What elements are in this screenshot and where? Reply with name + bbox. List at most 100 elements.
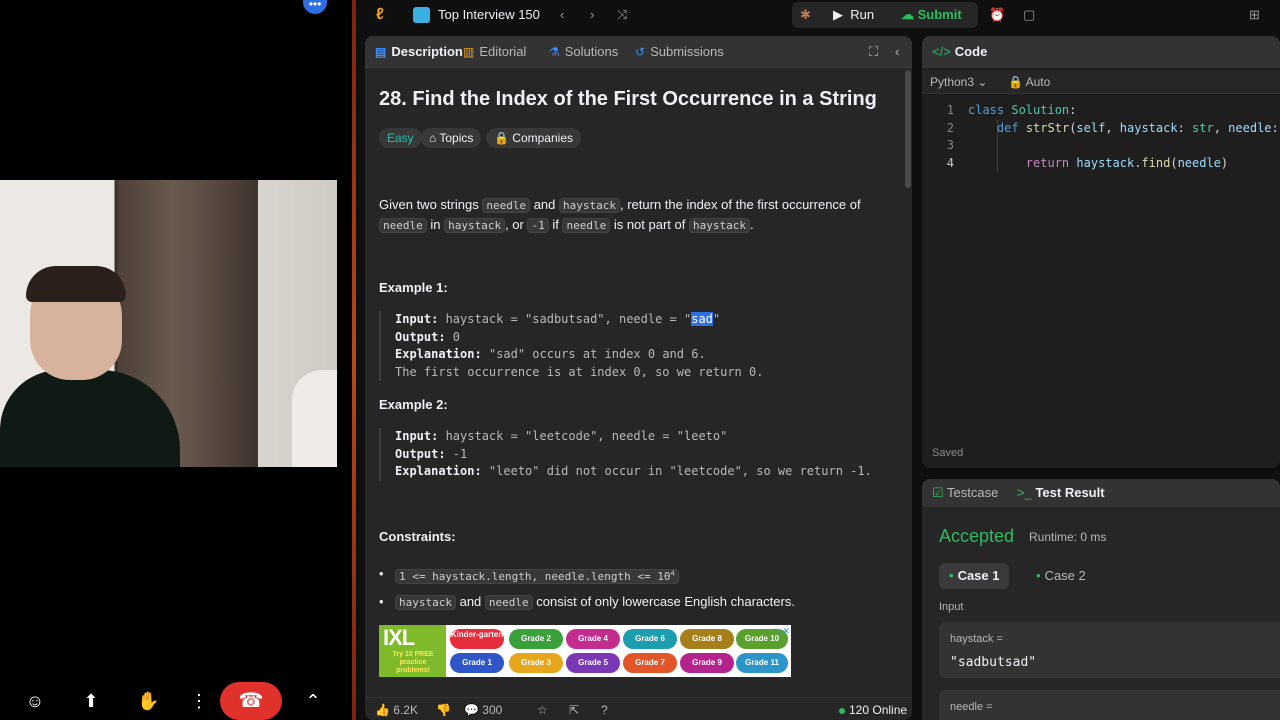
code-line: return haystack.find(needle) bbox=[1025, 155, 1229, 170]
ad-grade-button[interactable]: Grade 9 bbox=[680, 653, 734, 673]
ad-grade-button[interactable]: Grade 2 bbox=[509, 629, 563, 649]
example-text: 0 bbox=[445, 329, 461, 344]
case-1-tab[interactable]: • Case 1 bbox=[939, 563, 1010, 589]
share-icon[interactable]: ⇱ bbox=[569, 701, 579, 719]
debug-icon[interactable]: ✱ bbox=[800, 6, 811, 24]
ad-grade-button[interactable]: Grade 5 bbox=[566, 653, 620, 673]
example-2-heading: Example 2: bbox=[379, 397, 448, 412]
play-icon: ▶ bbox=[833, 7, 843, 22]
maximize-icon[interactable]: ⛶ bbox=[869, 44, 878, 60]
emoji-icon[interactable]: ☺ bbox=[24, 690, 46, 712]
tab-submissions[interactable]: ↺ Submissions bbox=[635, 44, 724, 60]
problem-content: 28. Find the Index of the First Occurren… bbox=[379, 68, 889, 688]
desc-text: and bbox=[530, 197, 559, 212]
ad-grade-button[interactable]: Grade 6 bbox=[623, 629, 677, 649]
ad-grade-button[interactable]: Grade 11 bbox=[736, 653, 788, 673]
explanation-label: Explanation: bbox=[395, 347, 482, 362]
description-panel: ▤ Description ▥ Editorial ⚗ Solutions ↺ Subm… bbox=[365, 36, 912, 720]
raise-hand-icon[interactable]: ✋ bbox=[137, 690, 159, 712]
param-box: needle = bbox=[939, 690, 1280, 720]
thumbs-down-icon[interactable]: 👎 bbox=[436, 701, 451, 719]
language-select[interactable]: Python3 ⌄ bbox=[930, 74, 987, 90]
solutions-icon: ⚗ bbox=[549, 45, 560, 59]
ad-close-icon[interactable]: ▷✕ bbox=[776, 626, 790, 637]
like-button[interactable]: 👍 6.2K bbox=[375, 701, 418, 719]
ad-grade-button[interactable]: Grade 3 bbox=[509, 653, 563, 673]
ixl-logo-text: IXL bbox=[383, 625, 415, 650]
tab-editorial[interactable]: ▥ Editorial bbox=[463, 44, 526, 60]
line-number: 2 bbox=[946, 120, 954, 135]
call-controls bbox=[0, 680, 352, 720]
test-result-panel: ☑ Testcase >_ Test Result Accepted Runti… bbox=[922, 479, 1280, 720]
alarm-icon[interactable]: ⏰ bbox=[989, 6, 1005, 24]
run-button[interactable]: ▶ Run bbox=[833, 6, 874, 24]
collapse-panel-icon[interactable]: ‹ bbox=[895, 44, 899, 60]
code-icon: </> bbox=[932, 44, 951, 59]
output-label: Output: bbox=[395, 446, 446, 461]
editorial-icon: ▥ bbox=[463, 45, 475, 59]
chevron-up-icon[interactable]: ⌃ bbox=[302, 690, 324, 712]
desc-text: in bbox=[426, 217, 445, 232]
tab-solutions-label: Solutions bbox=[564, 44, 619, 59]
topics-label: Topics bbox=[439, 131, 474, 145]
line-number: 3 bbox=[946, 138, 954, 153]
cloud-upload-icon: ☁ bbox=[901, 7, 914, 22]
input-label: Input: bbox=[395, 312, 439, 326]
problem-description: Given two strings needle and haystack, r… bbox=[379, 195, 879, 235]
notes-icon[interactable]: ▢ bbox=[1023, 6, 1035, 24]
shuffle-icon[interactable]: ⤨ bbox=[617, 6, 627, 24]
ad-grade-button[interactable]: Grade 7 bbox=[623, 653, 677, 673]
chevron-left-icon[interactable]: ‹ bbox=[560, 6, 564, 24]
ad-grade-button[interactable]: Grade 1 bbox=[450, 653, 504, 673]
desc-text: , return the index of the first occurren… bbox=[619, 197, 861, 212]
constraint-code: needle bbox=[484, 595, 533, 610]
comments-button[interactable]: 💬 300 bbox=[464, 701, 502, 719]
case-2-tab[interactable]: • Case 2 bbox=[1026, 563, 1096, 589]
likes-count: 6.2K bbox=[393, 703, 418, 717]
run-label: Run bbox=[850, 7, 875, 22]
ellipsis-icon[interactable]: ••• bbox=[303, 0, 327, 14]
description-scrollbar[interactable] bbox=[905, 70, 911, 188]
hang-up-button[interactable]: ☎ bbox=[220, 682, 282, 720]
more-vertical-icon[interactable]: ⋮ bbox=[190, 690, 208, 712]
companies-chip[interactable]: 🔒 Companies bbox=[486, 128, 581, 148]
ad-grade-button[interactable]: Grade 8 bbox=[680, 629, 734, 649]
tab-description[interactable]: ▤ Description bbox=[375, 44, 463, 60]
online-dot-icon bbox=[839, 707, 845, 714]
desc-code: haystack bbox=[559, 198, 620, 213]
share-screen-icon[interactable]: ⬆ bbox=[80, 690, 102, 712]
auto-mode[interactable]: 🔒 Auto bbox=[1008, 74, 1050, 90]
code-panel-header: </> Code bbox=[922, 36, 1280, 68]
top-bar: ℓ Top Interview 150 ‹ › ⤨ ✱ ▶ Run ☁ Subm… bbox=[356, 0, 1280, 30]
star-icon[interactable]: ☆ bbox=[537, 701, 548, 719]
code-tab[interactable]: </> Code bbox=[932, 44, 987, 60]
ad-grade-button[interactable]: Grade 4 bbox=[566, 629, 620, 649]
ixl-logo: IXL Try 10 FREE practice problems! bbox=[379, 625, 446, 677]
desc-text: . bbox=[749, 217, 754, 232]
param-box: haystack = "sadbutsad" bbox=[939, 622, 1280, 678]
output-label: Output: bbox=[395, 329, 446, 344]
desc-code: needle bbox=[482, 198, 531, 213]
problem-list-title[interactable]: Top Interview 150 bbox=[438, 6, 540, 24]
submit-button[interactable]: ☁ Submit bbox=[901, 6, 962, 24]
thumbs-up-icon: 👍 bbox=[375, 703, 390, 717]
code-tab-label: Code bbox=[954, 44, 988, 59]
desc-code: needle bbox=[562, 218, 611, 233]
lock-icon: 🔒 bbox=[1008, 75, 1023, 89]
tab-solutions[interactable]: ⚗ Solutions bbox=[549, 44, 618, 60]
code-editor[interactable]: 1 2 3 4 class Solution: def strStr(self,… bbox=[922, 102, 1280, 402]
example-text: haystack = "leetcode", needle = "leeto" bbox=[438, 429, 728, 443]
tab-testcase[interactable]: ☑ Testcase bbox=[932, 485, 998, 501]
terminal-icon: >_ bbox=[1017, 485, 1032, 500]
help-icon[interactable]: ? bbox=[601, 701, 608, 719]
tab-test-result[interactable]: >_ Test Result bbox=[1017, 485, 1105, 501]
topics-chip[interactable]: ⌂ Topics bbox=[421, 128, 482, 148]
example-text: "sad" occurs at index 0 and 6. bbox=[481, 347, 706, 362]
ad-grade-button[interactable]: Kinder-garten bbox=[450, 629, 504, 649]
desc-code: -1 bbox=[527, 218, 549, 233]
leetcode-logo-icon[interactable]: ℓ bbox=[376, 6, 384, 24]
line-number: 4 bbox=[946, 155, 954, 170]
layout-grid-icon[interactable]: ⊞ bbox=[1249, 6, 1260, 24]
ixl-advertisement[interactable]: IXL Try 10 FREE practice problems! Kinde… bbox=[379, 625, 791, 677]
chevron-right-icon[interactable]: › bbox=[590, 6, 594, 24]
